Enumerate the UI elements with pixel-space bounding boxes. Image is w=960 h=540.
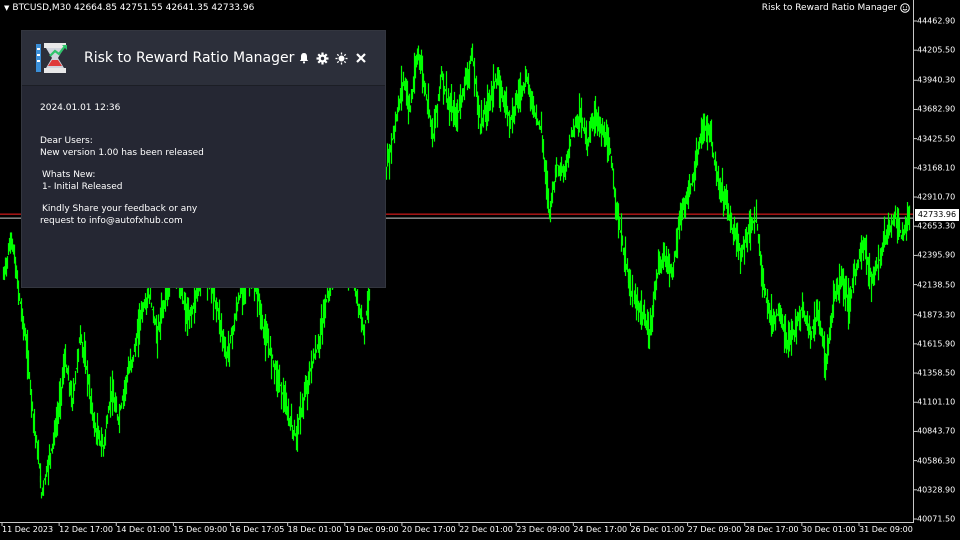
x-tick-label: 14 Dec 01:00 bbox=[116, 525, 171, 534]
x-tick-label: 24 Dec 17:00 bbox=[573, 525, 628, 534]
symbol-info: ▼ BTCUSD,M30 42664.85 42751.55 42641.35 … bbox=[4, 3, 254, 13]
smiley-icon bbox=[900, 3, 910, 13]
y-tick-label: 41101.10 bbox=[917, 397, 956, 407]
y-tick-label: 40071.50 bbox=[917, 514, 956, 524]
x-tick-label: 27 Dec 09:00 bbox=[687, 525, 742, 534]
gear-icon[interactable] bbox=[316, 52, 329, 65]
x-tick-label: 31 Dec 09:00 bbox=[859, 525, 913, 534]
bell-icon[interactable] bbox=[297, 52, 310, 65]
message-feedback-1: Kindly Share your feedback or any bbox=[42, 204, 198, 214]
time-axis[interactable]: 11 Dec 2023 12 Dec 17:00 14 Dec 01:00 15 De… bbox=[0, 522, 913, 540]
message-release: New version 1.00 has been released bbox=[40, 148, 204, 158]
y-tick-label: 42910.70 bbox=[917, 192, 956, 202]
x-tick-label: 11 Dec 2023 bbox=[2, 525, 54, 534]
y-tick-label: 41358.50 bbox=[917, 368, 956, 378]
panel-body: 2024.01.01 12:36 Dear Users: New version… bbox=[22, 86, 385, 243]
expert-advisor-name: Risk to Reward Ratio Manager bbox=[761, 3, 897, 13]
message-feedback-2: request to info@autofxhub.com bbox=[40, 216, 183, 226]
price-axis[interactable]: 44462.90 44205.50 43940.30 43682.90 43425.50… bbox=[913, 0, 960, 525]
x-tick-label: 19 Dec 09:00 bbox=[344, 525, 399, 534]
y-tick-label: 41873.30 bbox=[917, 310, 956, 320]
y-tick-label: 44205.50 bbox=[917, 45, 956, 55]
y-tick-label: 43168.10 bbox=[917, 163, 956, 173]
symbol-info-text: BTCUSD,M30 42664.85 42751.55 42641.35 42… bbox=[12, 3, 255, 13]
y-tick-label: 42395.90 bbox=[917, 250, 956, 260]
y-tick-label: 42653.30 bbox=[917, 221, 956, 231]
x-tick-label: 23 Dec 09:00 bbox=[516, 525, 570, 534]
close-icon[interactable] bbox=[354, 52, 367, 65]
y-tick-label: 43682.90 bbox=[917, 104, 956, 114]
y-tick-label: 41615.90 bbox=[917, 339, 956, 349]
x-tick-label: 30 Dec 01:00 bbox=[801, 525, 856, 534]
y-tick-label: 43425.50 bbox=[917, 134, 956, 144]
message-greeting: Dear Users: bbox=[40, 136, 93, 146]
expert-advisor-label: Risk to Reward Ratio Manager bbox=[762, 3, 910, 13]
x-tick-label: 20 Dec 17:00 bbox=[401, 525, 456, 534]
panel-title: Risk to Reward Ratio Manager bbox=[84, 50, 295, 66]
y-tick-label: 44462.90 bbox=[917, 16, 956, 26]
x-tick-label: 26 Dec 01:00 bbox=[630, 525, 685, 534]
rr-manager-panel[interactable]: Risk to Reward Ratio Manager 2024.01.01 … bbox=[21, 30, 386, 288]
app-logo-icon bbox=[36, 43, 67, 73]
x-tick-label: 12 Dec 17:00 bbox=[59, 525, 113, 534]
sun-icon[interactable] bbox=[335, 52, 348, 65]
panel-header[interactable]: Risk to Reward Ratio Manager bbox=[22, 31, 385, 86]
dropdown-triangle-icon[interactable]: ▼ bbox=[4, 4, 9, 12]
x-tick-label: 15 Dec 09:00 bbox=[173, 525, 228, 534]
y-tick-label: 40586.30 bbox=[917, 456, 956, 466]
x-tick-label: 22 Dec 01:00 bbox=[459, 525, 513, 534]
x-tick-label: 16 Dec 17:05 bbox=[230, 525, 285, 534]
panel-toolbar bbox=[297, 52, 367, 65]
x-tick-label: 18 Dec 01:00 bbox=[287, 525, 342, 534]
x-tick-label: 28 Dec 17:00 bbox=[744, 525, 799, 534]
current-price-tag: 42733.96 bbox=[915, 209, 959, 221]
message-whats-new: Whats New: bbox=[42, 170, 96, 180]
y-tick-label: 40328.90 bbox=[917, 485, 956, 495]
y-tick-label: 40843.70 bbox=[917, 426, 956, 436]
y-tick-label: 43940.30 bbox=[917, 75, 956, 85]
message-item-1: 1- Initial Released bbox=[42, 182, 123, 192]
panel-date: 2024.01.01 12:36 bbox=[40, 103, 121, 113]
y-tick-label: 42138.50 bbox=[917, 280, 956, 290]
